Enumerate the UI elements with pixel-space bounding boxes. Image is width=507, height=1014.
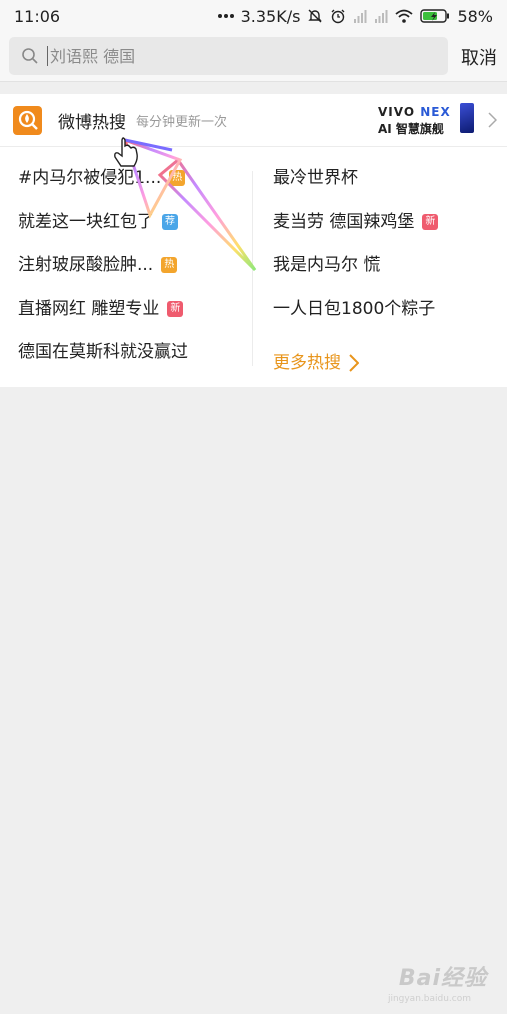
search-box[interactable] <box>9 37 448 75</box>
network-speed: 3.35K/s <box>240 6 301 26</box>
hot-item[interactable]: #内马尔被侵犯1... 热 <box>18 167 188 211</box>
column-divider <box>252 171 253 366</box>
status-time: 11:06 <box>14 6 61 26</box>
hot-badge: 热 <box>169 170 186 186</box>
hot-item[interactable]: 麦当劳 德国辣鸡堡 新 <box>273 211 439 255</box>
more-hot-search-label: 更多热搜 <box>273 352 341 373</box>
recommend-badge: 荐 <box>162 213 178 230</box>
hot-item-text: 我是内马尔 慌 <box>273 255 381 275</box>
alarm-icon <box>331 9 345 24</box>
panel-subtitle: 每分钟更新一次 <box>136 114 228 130</box>
hot-item-text: 注射玻尿酸脸肿... <box>18 255 154 275</box>
chevron-right-icon[interactable] <box>488 112 497 128</box>
hot-search-panel: 微博热搜 每分钟更新一次 VIVO NEX AI 智慧旗舰 #内马尔被侵犯1..… <box>0 94 507 387</box>
hot-item[interactable]: 我是内马尔 慌 <box>273 254 438 298</box>
battery-percent: 58% <box>457 6 493 26</box>
hot-item-text: 德国在莫斯科就没赢过 <box>18 342 188 362</box>
battery-icon <box>420 9 450 23</box>
more-hot-search-link[interactable]: 更多热搜 <box>273 341 438 385</box>
search-input[interactable] <box>47 46 427 66</box>
signal-icon <box>354 10 367 23</box>
cancel-button[interactable]: 取消 <box>461 44 497 70</box>
hot-search-list: #内马尔被侵犯1... 热 就差这一块红包了 荐 注射玻尿酸脸肿... 热 直播… <box>0 147 507 387</box>
ad-tagline: AI 智慧旗舰 <box>378 122 444 136</box>
hot-search-logo-icon <box>13 105 42 135</box>
left-column: #内马尔被侵犯1... 热 就差这一块红包了 荐 注射玻尿酸脸肿... 热 直播… <box>18 167 188 385</box>
hot-search-header[interactable]: 微博热搜 每分钟更新一次 VIVO NEX AI 智慧旗舰 <box>0 94 507 147</box>
new-badge: 新 <box>422 213 439 230</box>
mute-bell-icon <box>308 9 323 23</box>
hot-item-text: #内马尔被侵犯1... <box>18 168 162 188</box>
panel-title: 微博热搜 <box>58 112 126 133</box>
status-bar: 11:06 3.35K/s 58% <box>0 0 507 32</box>
watermark-url: jingyan.baidu.com <box>387 994 471 1004</box>
ad-banner[interactable]: VIVO NEX AI 智慧旗舰 <box>378 103 474 137</box>
hot-item[interactable]: 直播网红 雕塑专业 新 <box>18 298 188 342</box>
right-column: 最冷世界杯 麦当劳 德国辣鸡堡 新 我是内马尔 慌 一人日包1800个粽子 更多… <box>273 167 439 385</box>
hot-item-text: 直播网红 雕塑专业 <box>18 298 160 319</box>
watermark-logo: Bai经验 <box>398 966 487 991</box>
ad-brand-line: VIVO NEX <box>378 105 451 119</box>
hot-item-text: 一人日包1800个粽子 <box>273 298 436 319</box>
hot-item[interactable]: 最冷世界杯 <box>273 167 438 211</box>
hot-item-text: 麦当劳 德国辣鸡堡 <box>273 211 415 232</box>
hot-badge: 热 <box>161 257 178 273</box>
hot-item[interactable]: 德国在莫斯科就没赢过 <box>18 341 188 385</box>
signal-icon <box>375 10 388 23</box>
search-bar: 取消 <box>0 32 507 82</box>
ad-model: NEX <box>420 105 451 119</box>
hot-item[interactable]: 就差这一块红包了 荐 <box>18 211 188 255</box>
hot-item[interactable]: 注射玻尿酸脸肿... 热 <box>18 254 188 298</box>
ad-brand: VIVO <box>378 105 416 119</box>
new-badge: 新 <box>167 300 184 317</box>
hot-item-text: 最冷世界杯 <box>273 168 358 188</box>
status-icons: 3.35K/s 58% <box>217 6 493 26</box>
ad-phone-image <box>460 103 474 133</box>
search-icon <box>22 48 38 64</box>
dots-icon <box>217 14 234 18</box>
hot-item-text: 就差这一块红包了 <box>18 211 154 232</box>
hot-item[interactable]: 一人日包1800个粽子 <box>273 298 438 342</box>
wifi-icon <box>395 9 414 23</box>
chevron-right-icon <box>349 354 359 372</box>
